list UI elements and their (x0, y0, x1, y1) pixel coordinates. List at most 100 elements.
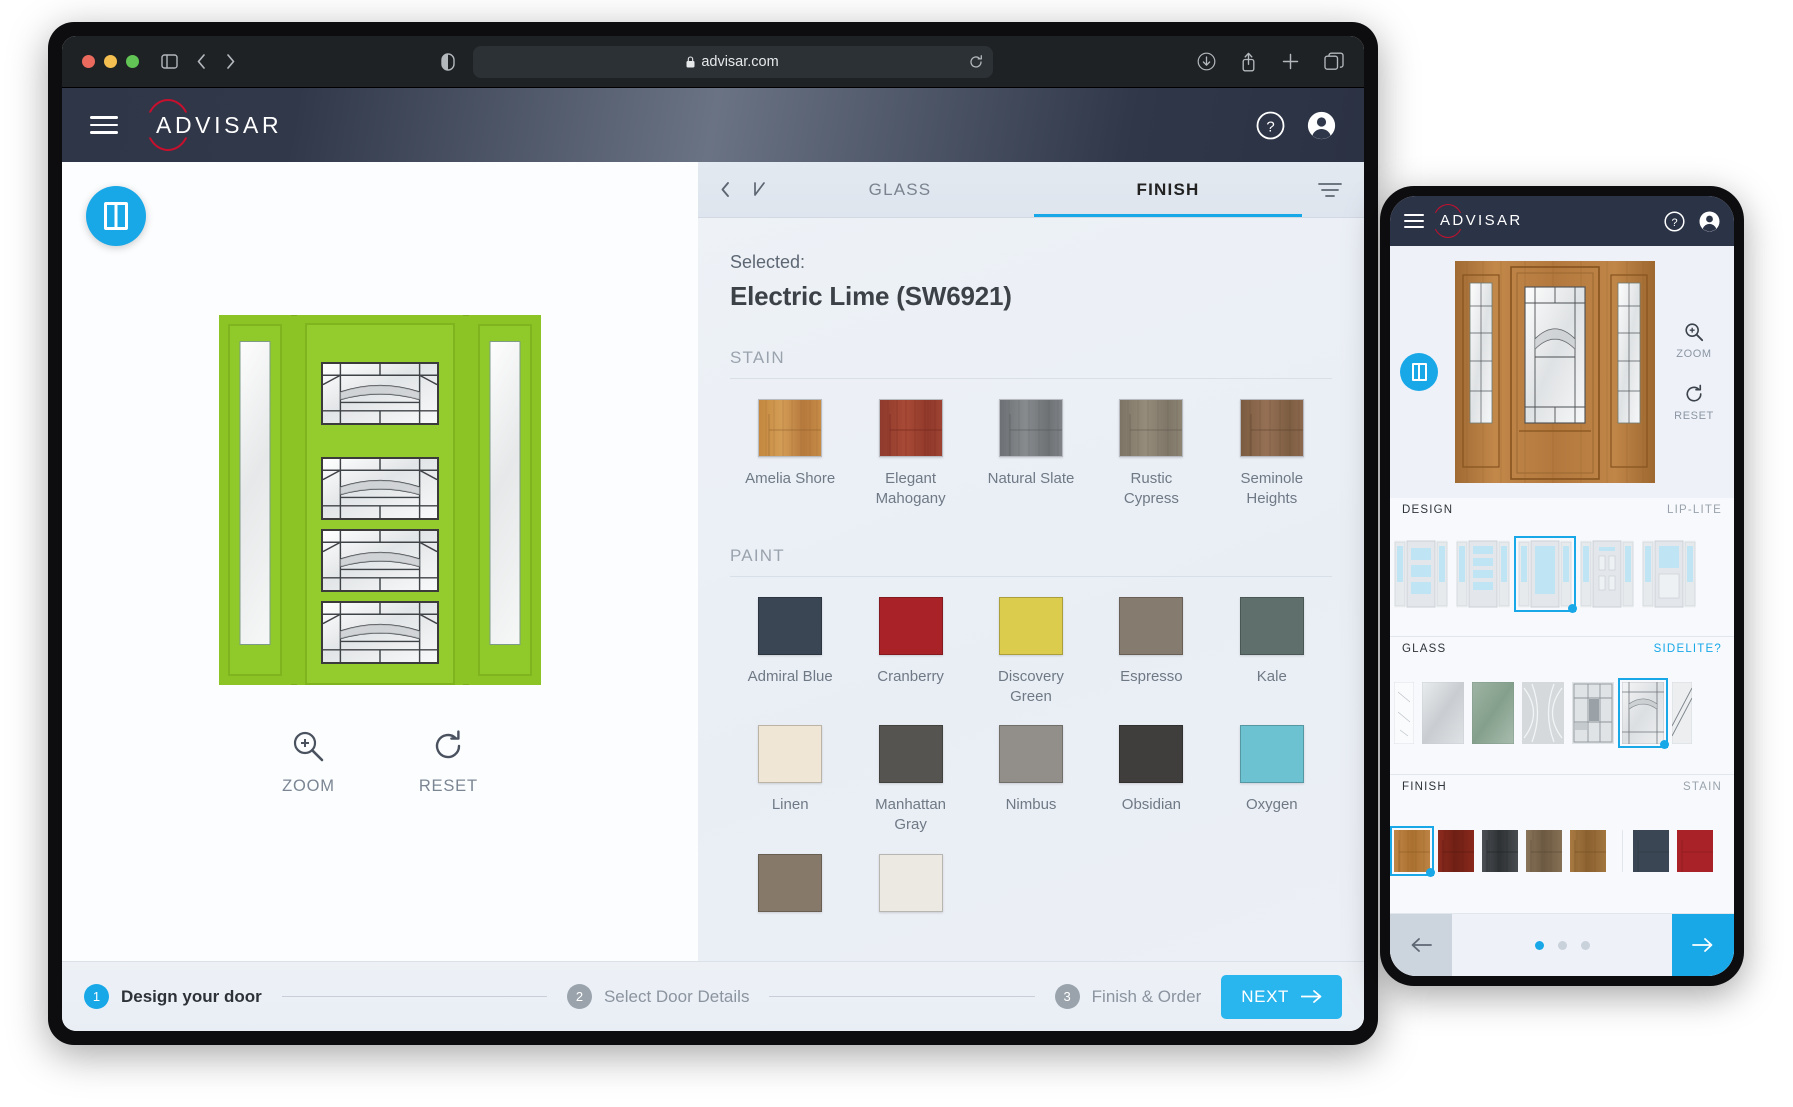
glass-thumb[interactable] (1572, 682, 1614, 744)
step-label: Finish & Order (1092, 987, 1202, 1007)
swatch-item[interactable]: Elegant Mahogany (850, 399, 970, 510)
row-label-right: STAIN (1683, 781, 1722, 793)
finish-swatch[interactable] (1570, 830, 1606, 872)
share-icon[interactable] (1240, 52, 1257, 72)
help-circle-icon[interactable]: ? (1256, 111, 1285, 140)
swatch-item[interactable]: Manhattan Gray (850, 725, 970, 836)
compare-split-icon[interactable] (1400, 353, 1438, 391)
finish-swatch[interactable] (1482, 830, 1518, 872)
phone-option-rows: DESIGN LIP-LITE (1390, 498, 1734, 914)
swatch-item[interactable] (850, 854, 970, 924)
sidebar-toggle-icon[interactable] (161, 54, 178, 69)
zoom-label: ZOOM (1676, 348, 1711, 360)
tab-overview-icon[interactable] (1324, 52, 1344, 71)
swatch-item[interactable]: Obsidian (1091, 725, 1211, 836)
workflow-stepper: 1 Design your door 2 Select Door Details… (62, 961, 1364, 1031)
finish-swatch[interactable] (1438, 830, 1474, 872)
zoom-button[interactable]: ZOOM (1676, 322, 1711, 360)
phone-viewer-actions: ZOOM RESET (1664, 322, 1724, 422)
config-scroll-area[interactable]: Selected: Electric Lime (SW6921) STAIN A… (698, 218, 1364, 961)
chevron-left-icon[interactable] (720, 181, 731, 198)
swatch-item[interactable]: Linen (730, 725, 850, 836)
design-thumb[interactable] (1456, 540, 1510, 608)
swatch-item[interactable]: Seminole Heights (1212, 399, 1332, 510)
back-arrow-icon[interactable] (196, 53, 207, 70)
help-circle-icon[interactable]: ? (1664, 211, 1685, 232)
hamburger-menu-icon[interactable] (90, 116, 118, 134)
design-thumb-selected[interactable] (1518, 540, 1572, 608)
glass-thumb[interactable] (1394, 682, 1414, 744)
swatch-item[interactable]: Amelia Shore (730, 399, 850, 510)
reset-button[interactable]: RESET (1674, 384, 1714, 422)
reset-button[interactable]: RESET (419, 729, 478, 796)
prev-button[interactable] (1390, 914, 1452, 976)
swatch-chip (1119, 597, 1183, 655)
zoom-button[interactable]: ZOOM (282, 729, 335, 796)
download-icon[interactable] (1197, 52, 1216, 71)
swatch-name: Manhattan Gray (865, 795, 957, 836)
step-design-your-door[interactable]: 1 Design your door (84, 984, 262, 1009)
phone-door-preview: ZOOM RESET (1390, 246, 1734, 498)
maximize-window-button[interactable] (126, 55, 139, 68)
tab-finish[interactable]: FINISH (1034, 162, 1302, 217)
section-header-stain: STAIN (730, 348, 1332, 379)
step-finish-and-order[interactable]: 3 Finish & Order (1055, 984, 1202, 1009)
swatch-item[interactable]: Nimbus (971, 725, 1091, 836)
glass-thumb[interactable] (1472, 682, 1514, 744)
glass-thumb[interactable] (1422, 682, 1464, 744)
reload-icon[interactable] (969, 55, 983, 69)
swatch-item[interactable]: Natural Slate (971, 399, 1091, 510)
next-button[interactable]: NEXT (1221, 975, 1342, 1019)
finish-swatch[interactable] (1677, 830, 1713, 872)
glass-thumb-selected[interactable] (1622, 682, 1664, 744)
swatch-item[interactable]: Oxygen (1212, 725, 1332, 836)
compare-split-icon[interactable] (86, 186, 146, 246)
finish-swatch-selected[interactable] (1394, 830, 1430, 872)
address-bar[interactable]: advisar.com (473, 46, 993, 78)
plus-icon[interactable] (1281, 52, 1300, 71)
finish-thumb-strip[interactable] (1390, 795, 1734, 913)
swatch-item[interactable]: Cranberry (850, 597, 970, 708)
account-avatar-icon[interactable] (1699, 211, 1720, 232)
swatch-item[interactable]: Kale (1212, 597, 1332, 708)
glass-thumb-strip[interactable] (1390, 657, 1734, 775)
swatch-item[interactable]: Admiral Blue (730, 597, 850, 708)
glass-thumb[interactable] (1672, 682, 1692, 744)
door-glass-panel (321, 362, 439, 425)
close-window-button[interactable] (82, 55, 95, 68)
hamburger-menu-icon[interactable] (1404, 214, 1424, 228)
phone-row-design: DESIGN LIP-LITE (1390, 498, 1734, 637)
finish-swatch[interactable] (1622, 830, 1669, 872)
swatch-item[interactable]: Rustic Cypress (1091, 399, 1211, 510)
glass-thumb[interactable] (1522, 682, 1564, 744)
design-thumb[interactable] (1580, 540, 1634, 608)
pagination-dot[interactable] (1558, 941, 1567, 950)
brand-name: ADVISAR (156, 112, 282, 139)
finish-swatch[interactable] (1526, 830, 1562, 872)
svg-text:?: ? (1671, 217, 1677, 229)
step-number: 1 (84, 984, 109, 1009)
collapse-icon[interactable] (753, 181, 766, 198)
account-avatar-icon[interactable] (1307, 111, 1336, 140)
design-thumb[interactable] (1394, 540, 1448, 608)
pagination-dot[interactable] (1581, 941, 1590, 950)
advisar-logo[interactable]: ADVISAR (156, 112, 282, 139)
design-thumb-strip[interactable] (1390, 518, 1734, 636)
advisar-logo[interactable]: ADVISAR (1440, 212, 1523, 230)
row-label-right[interactable]: SIDELITE? (1654, 643, 1722, 655)
window-traffic-lights[interactable] (82, 55, 139, 68)
forward-arrow-icon[interactable] (225, 53, 236, 70)
tab-glass[interactable]: GLASS (766, 162, 1034, 217)
pagination-dot[interactable] (1535, 941, 1544, 950)
swatch-item[interactable]: Discovery Green (971, 597, 1091, 708)
filter-icon[interactable] (1302, 181, 1342, 199)
swatch-item[interactable] (730, 854, 850, 924)
swatch-item[interactable]: Espresso (1091, 597, 1211, 708)
reader-view-icon[interactable] (441, 53, 455, 71)
design-thumb[interactable] (1642, 540, 1696, 608)
pagination-dots[interactable] (1452, 914, 1672, 976)
swatch-name: Discovery Green (985, 667, 1077, 708)
minimize-window-button[interactable] (104, 55, 117, 68)
next-button[interactable] (1672, 914, 1734, 976)
step-select-door-details[interactable]: 2 Select Door Details (567, 984, 750, 1009)
